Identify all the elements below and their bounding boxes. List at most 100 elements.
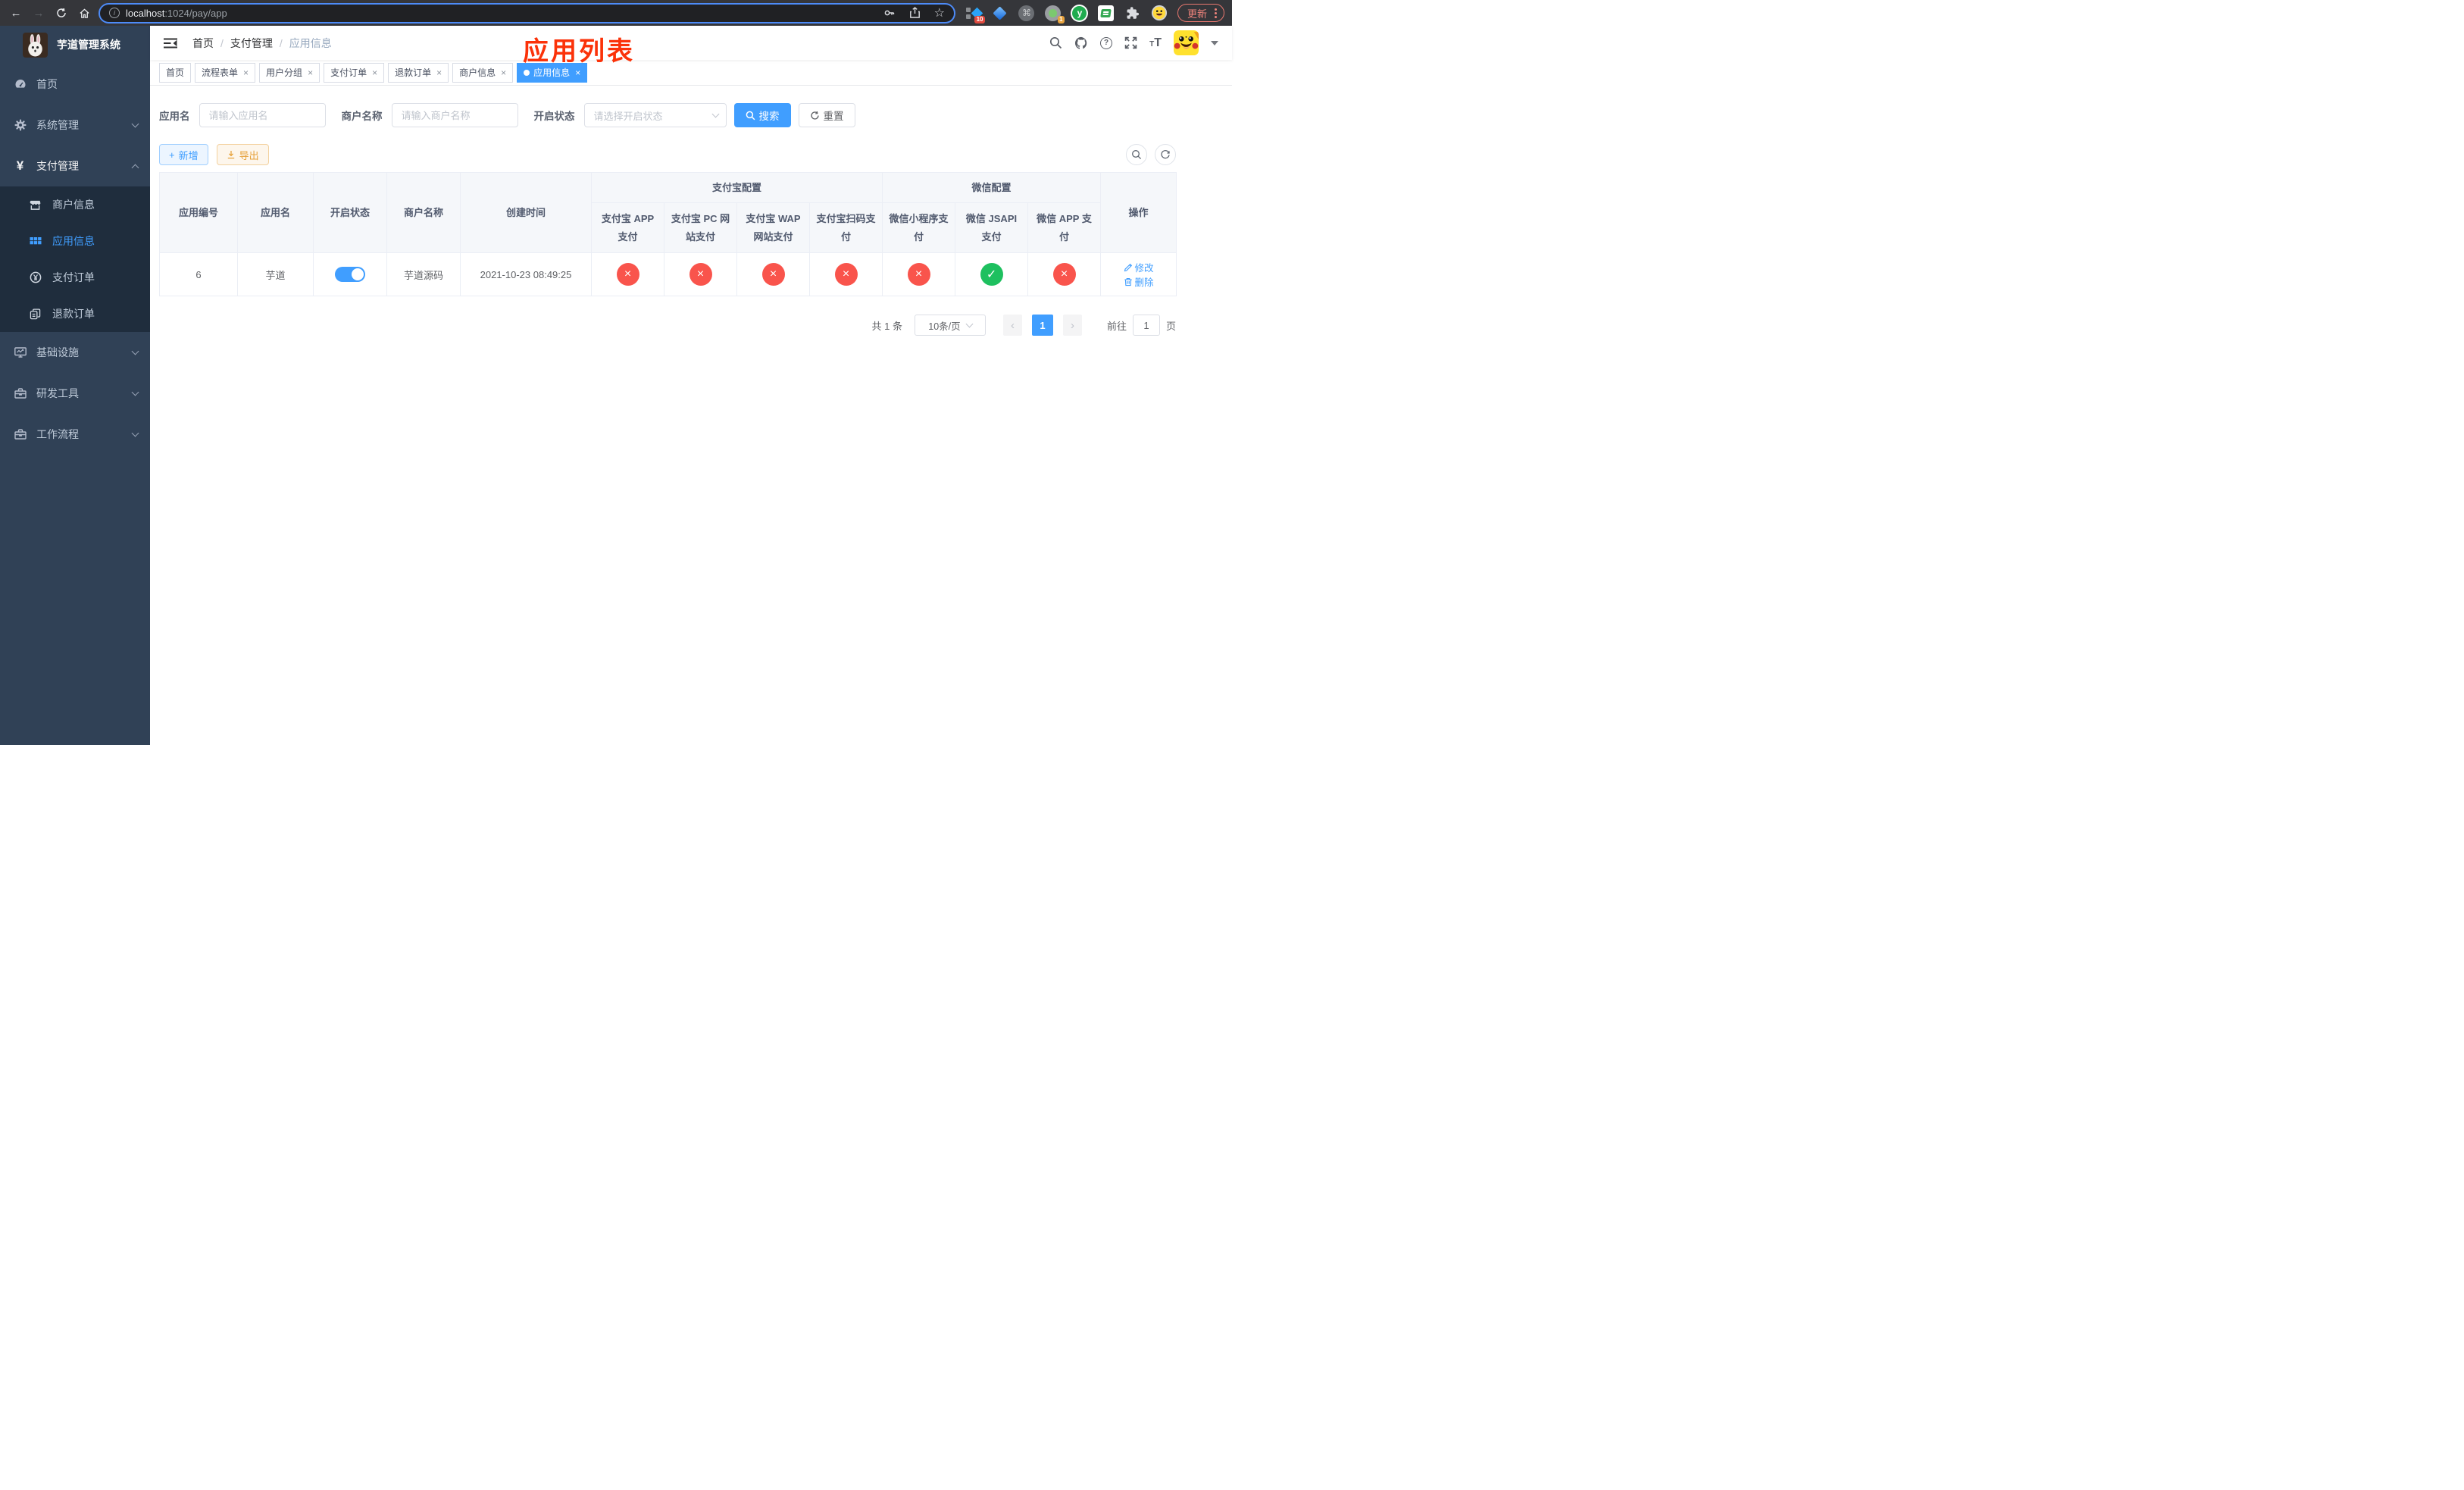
search-icon[interactable] — [1049, 36, 1062, 49]
sidebar-item-app-info[interactable]: 应用信息 — [0, 223, 150, 259]
coin-yen-icon — [29, 271, 42, 283]
tab-merchant-info[interactable]: 商户信息 × — [452, 62, 514, 83]
password-key-icon[interactable] — [883, 7, 896, 19]
sidebar-item-merchant-info[interactable]: 商户信息 — [0, 186, 150, 223]
browser-menu-icon[interactable] — [1215, 8, 1217, 18]
sidebar-item-home[interactable]: 首页 — [0, 64, 150, 105]
browser-back-icon[interactable]: ← — [8, 5, 24, 21]
goto-page-input[interactable] — [1132, 315, 1160, 336]
tab-user-group[interactable]: 用户分组 × — [259, 62, 321, 83]
sidebar-item-payment[interactable]: ¥ 支付管理 — [0, 146, 150, 186]
browser-home-icon[interactable] — [76, 5, 92, 21]
sidebar-item-dev-tools[interactable]: 研发工具 — [0, 373, 150, 414]
col-merchant: 商户名称 — [386, 172, 461, 253]
cell-app-name: 芋道 — [237, 252, 314, 296]
extension-badge: 10 — [974, 16, 985, 23]
app-logo[interactable]: 芋道管理系统 — [0, 26, 150, 64]
status-select[interactable]: 请选择开启状态 — [583, 103, 727, 127]
extension-badge: 1 — [1057, 16, 1065, 23]
fold-sidebar-icon[interactable] — [159, 37, 182, 49]
page-size-select[interactable]: 10条/页 — [914, 315, 986, 336]
close-icon[interactable]: × — [501, 67, 506, 78]
enabled-toggle[interactable] — [335, 267, 365, 282]
top-navbar: 首页 / 支付管理 / 应用信息 应用列表 ? TT — [150, 26, 1232, 66]
extension-gem-icon[interactable] — [991, 4, 1009, 22]
merchant-name-input[interactable] — [391, 103, 518, 127]
next-page-button[interactable]: › — [1062, 315, 1082, 336]
breadcrumb-home[interactable]: 首页 — [192, 36, 214, 51]
fullscreen-icon[interactable] — [1124, 36, 1137, 49]
page-content: 应用名 商户名称 开启状态 请选择开启状态 搜索 重置 — [150, 86, 1232, 745]
close-icon[interactable]: × — [436, 67, 442, 78]
reset-button[interactable]: 重置 — [798, 103, 855, 127]
sidebar-item-infrastructure[interactable]: 基础设施 — [0, 332, 150, 373]
browser-toolbar: ← → i localhost:1024/pay/app ☆ 10 ⌘ 1 y — [0, 0, 1232, 26]
delete-link[interactable]: 删除 — [1124, 274, 1154, 289]
tab-process-form[interactable]: 流程表单 × — [195, 62, 256, 83]
grid-table-icon — [29, 235, 42, 247]
close-icon[interactable]: × — [575, 67, 580, 78]
help-icon[interactable]: ? — [1100, 36, 1113, 49]
col-alipay-pc: 支付宝 PC 网站支付 — [664, 202, 737, 253]
cell-merchant: 芋道源码 — [386, 252, 461, 296]
profile-emoji-icon[interactable] — [1150, 4, 1168, 22]
wechat-app-status-icon: × — [1052, 263, 1076, 286]
page-unit-label: 页 — [1165, 320, 1176, 332]
alipay-wap-status-icon: × — [761, 263, 785, 286]
tab-pay-orders[interactable]: 支付订单 × — [324, 62, 385, 83]
extension-y-icon[interactable]: y — [1071, 4, 1089, 22]
tab-app-info[interactable]: 应用信息 × — [517, 62, 588, 83]
browser-forward-icon[interactable]: → — [30, 5, 47, 21]
chevron-down-icon — [131, 429, 139, 437]
current-page[interactable]: 1 — [1031, 315, 1053, 336]
toggle-search-button[interactable] — [1126, 144, 1147, 165]
close-icon[interactable]: × — [372, 67, 377, 78]
yen-icon: ¥ — [16, 158, 24, 173]
alipay-pc-status-icon: × — [689, 263, 712, 286]
share-icon[interactable] — [909, 7, 921, 19]
app-title: 芋道管理系统 — [57, 39, 120, 51]
tab-home[interactable]: 首页 — [159, 62, 192, 83]
tags-view: 首页 流程表单 × 用户分组 × 支付订单 × 退款订单 × 商户信息 × 应用信息 × — [150, 60, 1232, 86]
chevron-down-icon — [131, 347, 139, 355]
prev-page-button[interactable]: ‹ — [1002, 315, 1022, 336]
extension-diamond-icon[interactable]: 10 — [965, 4, 985, 23]
github-icon[interactable] — [1074, 36, 1088, 50]
edit-link[interactable]: 修改 — [1124, 260, 1154, 274]
sidebar-item-refund-orders[interactable]: 退款订单 — [0, 296, 150, 332]
extensions-puzzle-icon[interactable] — [1124, 4, 1142, 22]
extension-chat-icon[interactable] — [1097, 4, 1115, 22]
add-button[interactable]: + 新增 — [159, 144, 208, 165]
page-info-icon[interactable]: i — [109, 8, 120, 18]
sidebar-item-system[interactable]: 系统管理 — [0, 105, 150, 146]
chevron-down-icon — [131, 388, 139, 396]
table-toolbar: + 新增 导出 — [159, 144, 1176, 165]
cell-status — [313, 252, 387, 296]
col-app-id: 应用编号 — [159, 172, 238, 253]
sidebar-item-workflow[interactable]: 工作流程 — [0, 414, 150, 455]
col-created: 创建时间 — [460, 172, 592, 253]
close-icon[interactable]: × — [243, 67, 249, 78]
close-icon[interactable]: × — [308, 67, 313, 78]
download-icon — [227, 151, 234, 159]
chevron-down-icon — [711, 110, 719, 118]
address-bar[interactable]: i localhost:1024/pay/app ☆ — [98, 2, 955, 23]
browser-update-button[interactable]: 更新 — [1177, 4, 1224, 22]
col-wechat-mini: 微信小程序支付 — [882, 202, 956, 253]
bookmark-star-icon[interactable]: ☆ — [934, 5, 945, 20]
breadcrumb-payment[interactable]: 支付管理 — [230, 36, 273, 51]
export-button[interactable]: 导出 — [216, 144, 269, 165]
avatar-dropdown-caret[interactable] — [1211, 40, 1218, 45]
font-size-icon[interactable]: TT — [1149, 36, 1162, 50]
refresh-button[interactable] — [1155, 144, 1176, 165]
breadcrumb-current: 应用信息 — [289, 36, 332, 49]
tab-refund-orders[interactable]: 退款订单 × — [388, 62, 449, 83]
extension-command-icon[interactable]: ⌘ — [1018, 4, 1036, 22]
app-name-input[interactable] — [199, 103, 326, 127]
sidebar-item-pay-orders[interactable]: 支付订单 — [0, 259, 150, 296]
browser-reload-icon[interactable] — [53, 5, 70, 21]
active-dot — [524, 69, 530, 76]
extension-recorder-icon[interactable]: 1 — [1044, 4, 1065, 23]
user-avatar[interactable] — [1174, 30, 1199, 55]
search-button[interactable]: 搜索 — [733, 103, 791, 127]
